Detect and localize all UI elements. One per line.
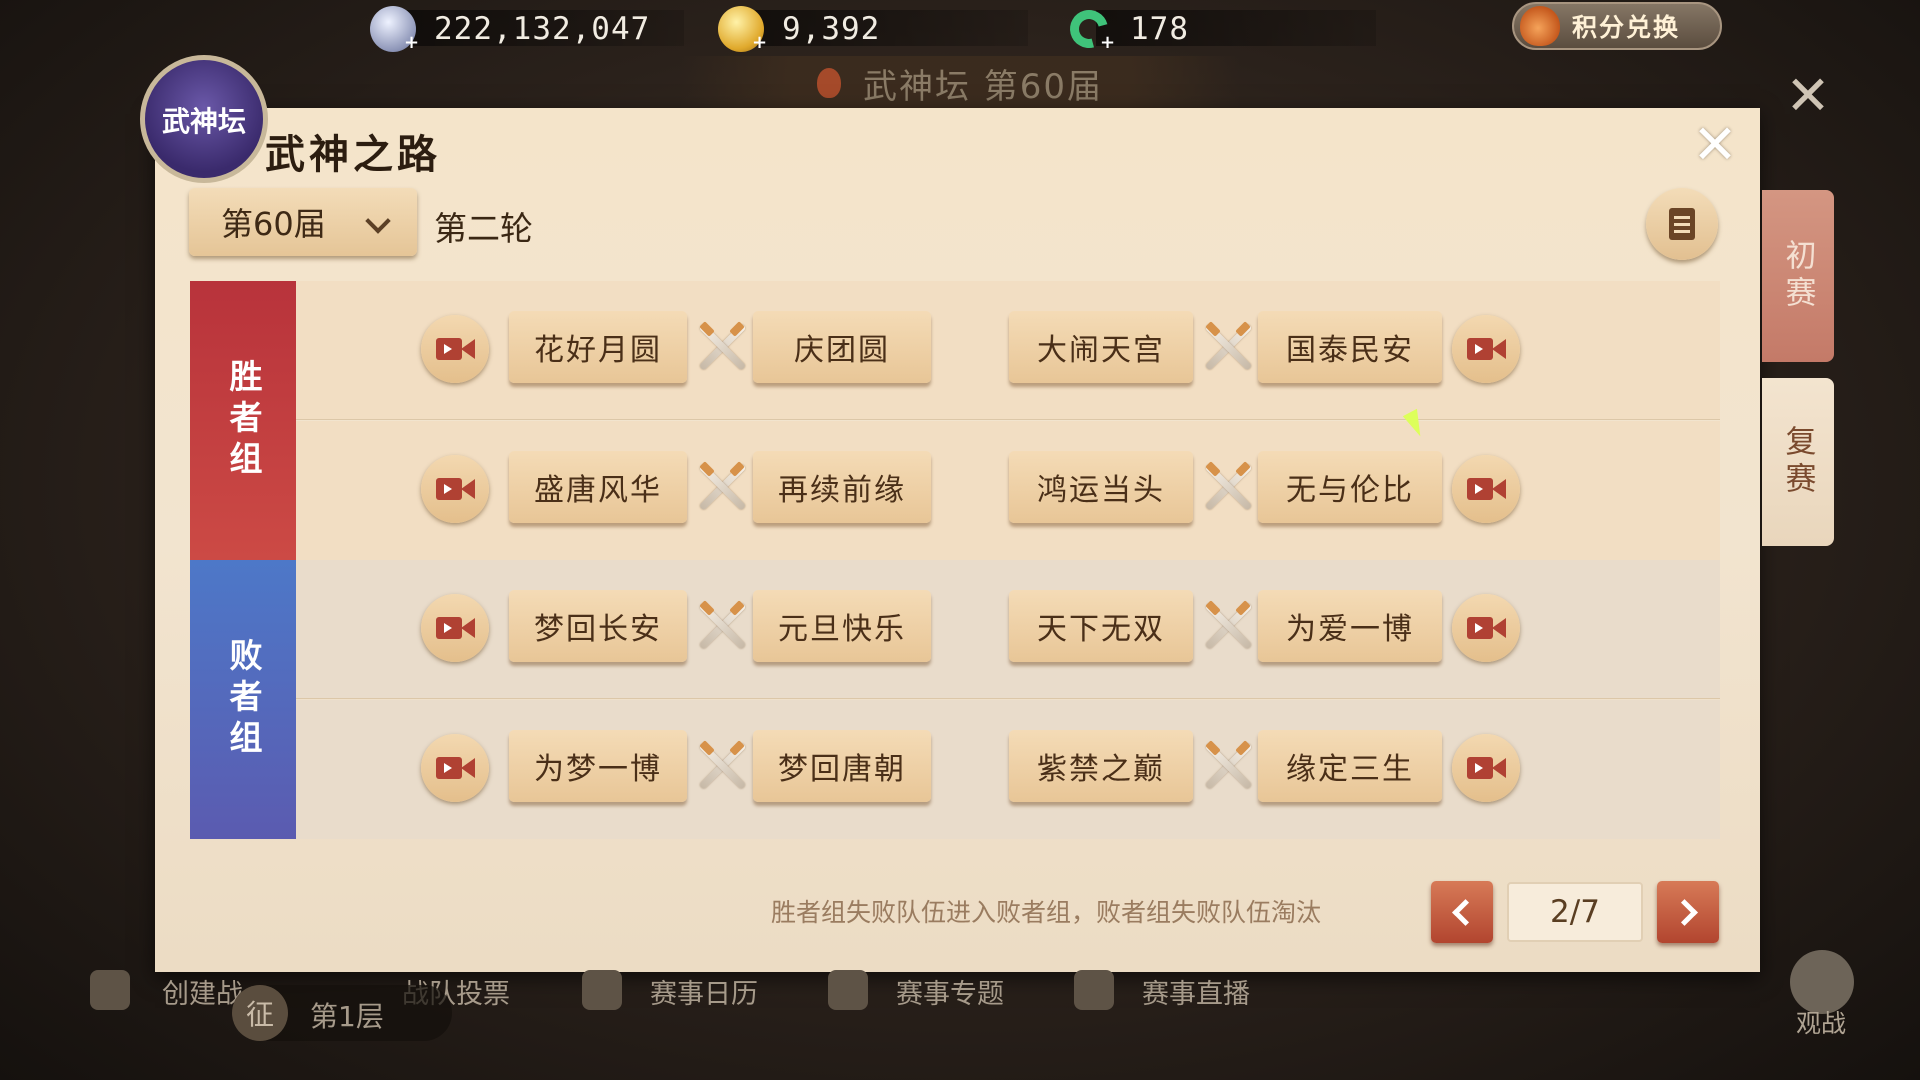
team-button[interactable]: 梦回长安 — [509, 590, 687, 662]
crossed-swords-icon — [1198, 594, 1258, 658]
team-button[interactable]: 庆团圆 — [753, 311, 931, 383]
losers-group-label: 败者组 — [224, 638, 263, 761]
crossed-swords-icon — [1198, 455, 1258, 519]
season-value: 第60届 — [221, 205, 326, 243]
team-button[interactable]: 天下无双 — [1009, 590, 1193, 662]
prev-page-button[interactable] — [1431, 881, 1493, 943]
team-button[interactable]: 花好月圆 — [509, 311, 687, 383]
crossed-swords-icon — [692, 315, 752, 379]
document-icon — [1669, 208, 1695, 240]
floor-label: 第1层 — [310, 1000, 384, 1033]
calendar-link[interactable]: 赛事日历 — [650, 972, 758, 1011]
crossed-swords-icon — [1198, 315, 1258, 379]
team-button[interactable]: 再续前缘 — [753, 450, 931, 523]
create-team-link[interactable]: 创建战 — [162, 972, 243, 1011]
match-row: 盛唐风华 再续前缘 鸿运当头 无与伦比 — [296, 420, 1720, 560]
calendar-icon — [582, 970, 622, 1010]
silver-amount: 222,132,047 — [434, 11, 651, 47]
round-label: 第二轮 — [434, 209, 533, 248]
jade-currency[interactable]: + 178 — [1066, 6, 1376, 53]
replay-camera-icon[interactable] — [1452, 454, 1520, 523]
tab-preliminary[interactable]: 初赛 — [1762, 190, 1834, 362]
team-button[interactable]: 大闹天宫 — [1009, 311, 1193, 383]
plus-icon[interactable]: + — [404, 32, 419, 53]
team-button[interactable]: 缘定三生 — [1258, 729, 1442, 802]
footer-note: 胜者组失败队伍进入败者组，败者组失败队伍淘汰 — [771, 898, 1322, 927]
next-page-button[interactable] — [1657, 881, 1719, 943]
flame-icon — [816, 68, 841, 98]
wushen-road-panel: 武神之路 ✕ 第60届 第二轮 胜者组 败者组 花好月圆 庆团圆 大闹天宫 国泰民安盛… — [155, 108, 1760, 972]
money-bag-icon — [1520, 6, 1560, 46]
crossed-swords-icon — [692, 734, 752, 798]
replay-camera-icon[interactable] — [421, 315, 489, 383]
close-icon[interactable]: ✕ — [1690, 118, 1740, 172]
team-button[interactable]: 国泰民安 — [1258, 311, 1442, 383]
floor-badge: 征 — [232, 985, 288, 1041]
team-button[interactable]: 梦回唐朝 — [753, 729, 931, 802]
tab-repechage[interactable]: 复赛 — [1762, 378, 1834, 546]
match-row: 花好月圆 庆团圆 大闹天宫 国泰民安 — [296, 281, 1720, 420]
replay-camera-icon[interactable] — [1452, 594, 1520, 662]
replay-camera-icon[interactable] — [421, 594, 489, 662]
watch-label[interactable]: 观战 — [1796, 1004, 1846, 1040]
jade-amount: 178 — [1130, 11, 1189, 47]
silver-currency[interactable]: + 222,132,047 — [370, 6, 684, 53]
page-indicator: 2/7 — [1507, 882, 1643, 942]
winners-group-tag: 胜者组 — [190, 281, 296, 560]
crossed-swords-icon — [692, 455, 752, 519]
event-subtitle-text: 武神坛 第60届 — [862, 66, 1104, 107]
floor-indicator[interactable]: 征 第1层 — [232, 985, 452, 1041]
crossed-swords-icon — [692, 594, 752, 658]
team-button[interactable]: 无与伦比 — [1258, 450, 1442, 523]
team-button[interactable]: 鸿运当头 — [1009, 450, 1193, 523]
match-row: 为梦一博 梦回唐朝 紫禁之巅 缘定三生 — [296, 699, 1720, 839]
chevron-right-icon — [1671, 899, 1698, 926]
plus-icon[interactable]: + — [752, 32, 767, 53]
match-row: 梦回长安 元旦快乐 天下无双 为爱一博 — [296, 560, 1720, 699]
panel-title: 武神之路 — [265, 131, 441, 178]
replay-camera-icon[interactable] — [421, 454, 489, 523]
season-dropdown[interactable]: 第60届 — [189, 188, 417, 256]
rules-list-button[interactable] — [1646, 188, 1718, 260]
bracket-table: 胜者组 败者组 花好月圆 庆团圆 大闹天宫 国泰民安盛唐风华 再续前缘 鸿运当头 无与伦比梦… — [190, 281, 1720, 839]
team-button[interactable]: 盛唐风华 — [509, 450, 687, 523]
live-icon — [1074, 970, 1114, 1010]
points-exchange-label: 积分兑换 — [1572, 13, 1681, 42]
team-button[interactable]: 元旦快乐 — [753, 590, 931, 662]
crossed-swords-icon — [1198, 734, 1258, 798]
team-button[interactable]: 紫禁之巅 — [1009, 729, 1193, 802]
team-button[interactable]: 为梦一博 — [509, 729, 687, 802]
emblem-text: 武神坛 — [161, 105, 246, 138]
tab-preliminary-label: 初赛 — [1779, 239, 1816, 313]
top-currency-bar: + 222,132,047 + 9,392 + 178 积分兑换 — [0, 0, 1920, 58]
live-link[interactable]: 赛事直播 — [1142, 972, 1250, 1011]
replay-camera-icon[interactable] — [1452, 315, 1520, 383]
scroll-icon — [828, 970, 868, 1010]
team-button[interactable]: 为爱一博 — [1258, 590, 1442, 662]
wushentan-emblem: 武神坛 — [140, 55, 268, 183]
runner-icon — [90, 970, 130, 1010]
tab-repechage-label: 复赛 — [1779, 425, 1816, 499]
points-exchange-button[interactable]: 积分兑换 — [1512, 2, 1722, 50]
replay-camera-icon[interactable] — [1452, 733, 1520, 802]
topics-link[interactable]: 赛事专题 — [896, 972, 1004, 1011]
event-subtitle: 武神坛 第60届 — [680, 56, 1240, 110]
chevron-left-icon — [1452, 899, 1479, 926]
chevron-down-icon — [365, 208, 391, 234]
plus-icon[interactable]: + — [1100, 32, 1115, 53]
background-close-icon[interactable]: ✕ — [1780, 68, 1836, 124]
gold-amount: 9,392 — [782, 11, 881, 47]
replay-camera-icon[interactable] — [421, 733, 489, 802]
winners-group-label: 胜者组 — [224, 359, 263, 482]
gold-currency[interactable]: + 9,392 — [718, 6, 1028, 53]
losers-group-tag: 败者组 — [190, 560, 296, 839]
